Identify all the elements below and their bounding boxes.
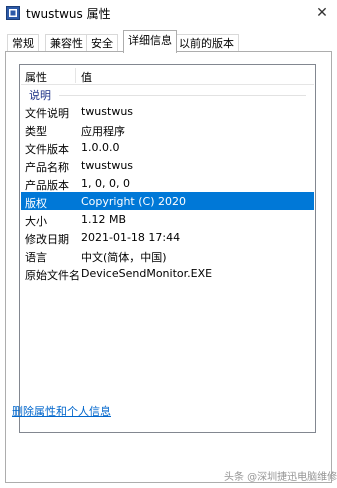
column-header-value[interactable]: 值: [81, 69, 92, 85]
detail-row[interactable]: 文件说明 twustwus: [21, 102, 314, 120]
tab-previous-versions[interactable]: 以前的版本: [174, 34, 239, 52]
close-button[interactable]: ✕: [313, 4, 331, 22]
row-key: 语言: [25, 251, 47, 264]
detail-row[interactable]: 文件版本 1.0.0.0: [21, 138, 314, 156]
row-key: 原始文件名: [25, 269, 80, 282]
row-value: 2021-01-18 17:44: [81, 231, 181, 244]
remove-properties-link[interactable]: 删除属性和个人信息: [12, 403, 111, 419]
detail-row[interactable]: 大小 1.12 MB: [21, 210, 314, 228]
row-key: 修改日期: [25, 233, 69, 246]
row-key: 大小: [25, 215, 47, 228]
detail-row[interactable]: 产品版本 1, 0, 0, 0: [21, 174, 314, 192]
detail-row[interactable]: 修改日期 2021-01-18 17:44: [21, 228, 314, 246]
group-header-description: 说明: [21, 86, 314, 102]
detail-row[interactable]: 语言 中文(简体，中国): [21, 246, 314, 264]
group-label: 说明: [29, 89, 51, 102]
list-column-header: 属性 值: [21, 66, 314, 85]
detail-row[interactable]: 产品名称 twustwus: [21, 156, 314, 174]
row-value: 1.12 MB: [81, 213, 127, 226]
row-value: 中文(简体，中国): [81, 251, 167, 264]
tab-general[interactable]: 常规: [7, 34, 39, 52]
row-key: 类型: [25, 125, 47, 138]
row-key: 文件版本: [25, 143, 69, 156]
tab-security[interactable]: 安全: [86, 34, 118, 52]
tab-compatibility[interactable]: 兼容性: [45, 34, 88, 52]
details-list[interactable]: 属性 值 说明 文件说明 twustwus 类型 应用程序 文件版本 1.0.0…: [19, 64, 316, 433]
row-key: 产品版本: [25, 179, 69, 192]
tab-details[interactable]: 详细信息: [123, 30, 177, 53]
detail-row-selected[interactable]: 版权 Copyright (C) 2020: [21, 192, 314, 210]
row-key: 版权: [25, 197, 47, 210]
row-key: 产品名称: [25, 161, 69, 174]
row-value: twustwus: [81, 159, 134, 172]
tab-strip: 常规 兼容性 安全 详细信息 以前的版本: [0, 30, 337, 53]
window-title: twustwus 属性: [26, 7, 111, 21]
row-value: 1, 0, 0, 0: [81, 177, 130, 190]
row-value: 应用程序: [81, 125, 125, 138]
column-divider[interactable]: [75, 68, 76, 83]
watermark: 头条 @深圳捷迅电脑维修: [224, 472, 337, 483]
row-value: Copyright (C) 2020: [81, 195, 186, 208]
title-bar: twustwus 属性 ✕: [0, 0, 337, 26]
row-value: DeviceSendMonitor.EXE: [81, 267, 213, 280]
application-icon: [6, 6, 20, 20]
group-divider: [59, 95, 306, 96]
detail-row[interactable]: 类型 应用程序: [21, 120, 314, 138]
row-value: 1.0.0.0: [81, 141, 120, 154]
row-key: 文件说明: [25, 107, 69, 120]
row-value: twustwus: [81, 105, 134, 118]
detail-row[interactable]: 原始文件名 DeviceSendMonitor.EXE: [21, 264, 314, 282]
column-header-property[interactable]: 属性: [25, 69, 47, 85]
